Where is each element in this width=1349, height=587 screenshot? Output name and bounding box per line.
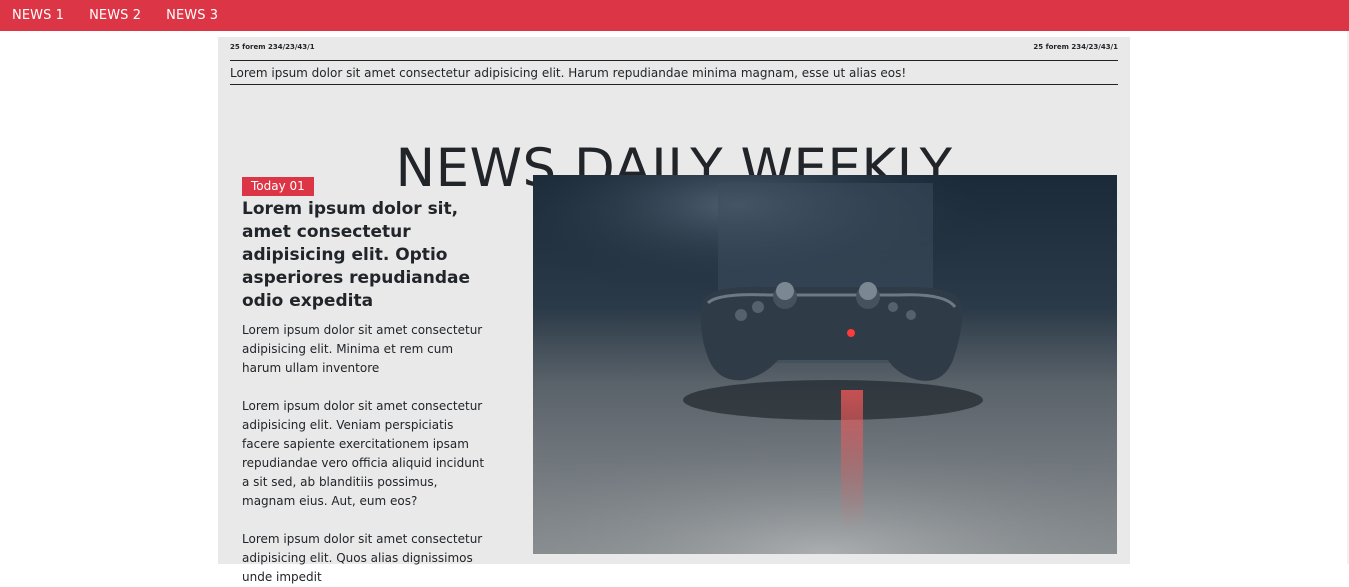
gamepad-photo [533, 175, 1117, 554]
article-paragraph: Lorem ipsum dolor sit amet consectetur a… [242, 399, 485, 508]
gamepad-photo-icon [533, 175, 1117, 554]
divider-top [230, 60, 1118, 61]
nav-link-news-3[interactable]: NEWS 3 [166, 8, 218, 23]
meta-left: 25 forem 234/23/43/1 [230, 43, 315, 51]
article-headline: Lorem ipsum dolor sit, amet consectetur … [242, 199, 471, 311]
nav-link-news-2[interactable]: NEWS 2 [89, 8, 141, 23]
divider-bottom [230, 84, 1118, 85]
top-navbar: NEWS 1 NEWS 2 NEWS 3 [0, 0, 1349, 31]
lead-article: Today 01 Lorem ipsum dolor sit, amet con… [242, 175, 494, 587]
newspaper-page: 25 forem 234/23/43/1 25 forem 234/23/43/… [218, 37, 1130, 584]
meta-row: 25 forem 234/23/43/1 25 forem 234/23/43/… [230, 43, 1118, 53]
meta-right: 25 forem 234/23/43/1 [1033, 43, 1118, 51]
tagline: Lorem ipsum dolor sit amet consectetur a… [230, 66, 907, 80]
article-paragraph: Lorem ipsum dolor sit amet consectetur a… [242, 323, 483, 375]
article-paragraph: Lorem ipsum dolor sit amet consectetur a… [242, 532, 483, 584]
nav-link-news-1[interactable]: NEWS 1 [12, 8, 64, 23]
date-badge: Today 01 [242, 177, 314, 196]
